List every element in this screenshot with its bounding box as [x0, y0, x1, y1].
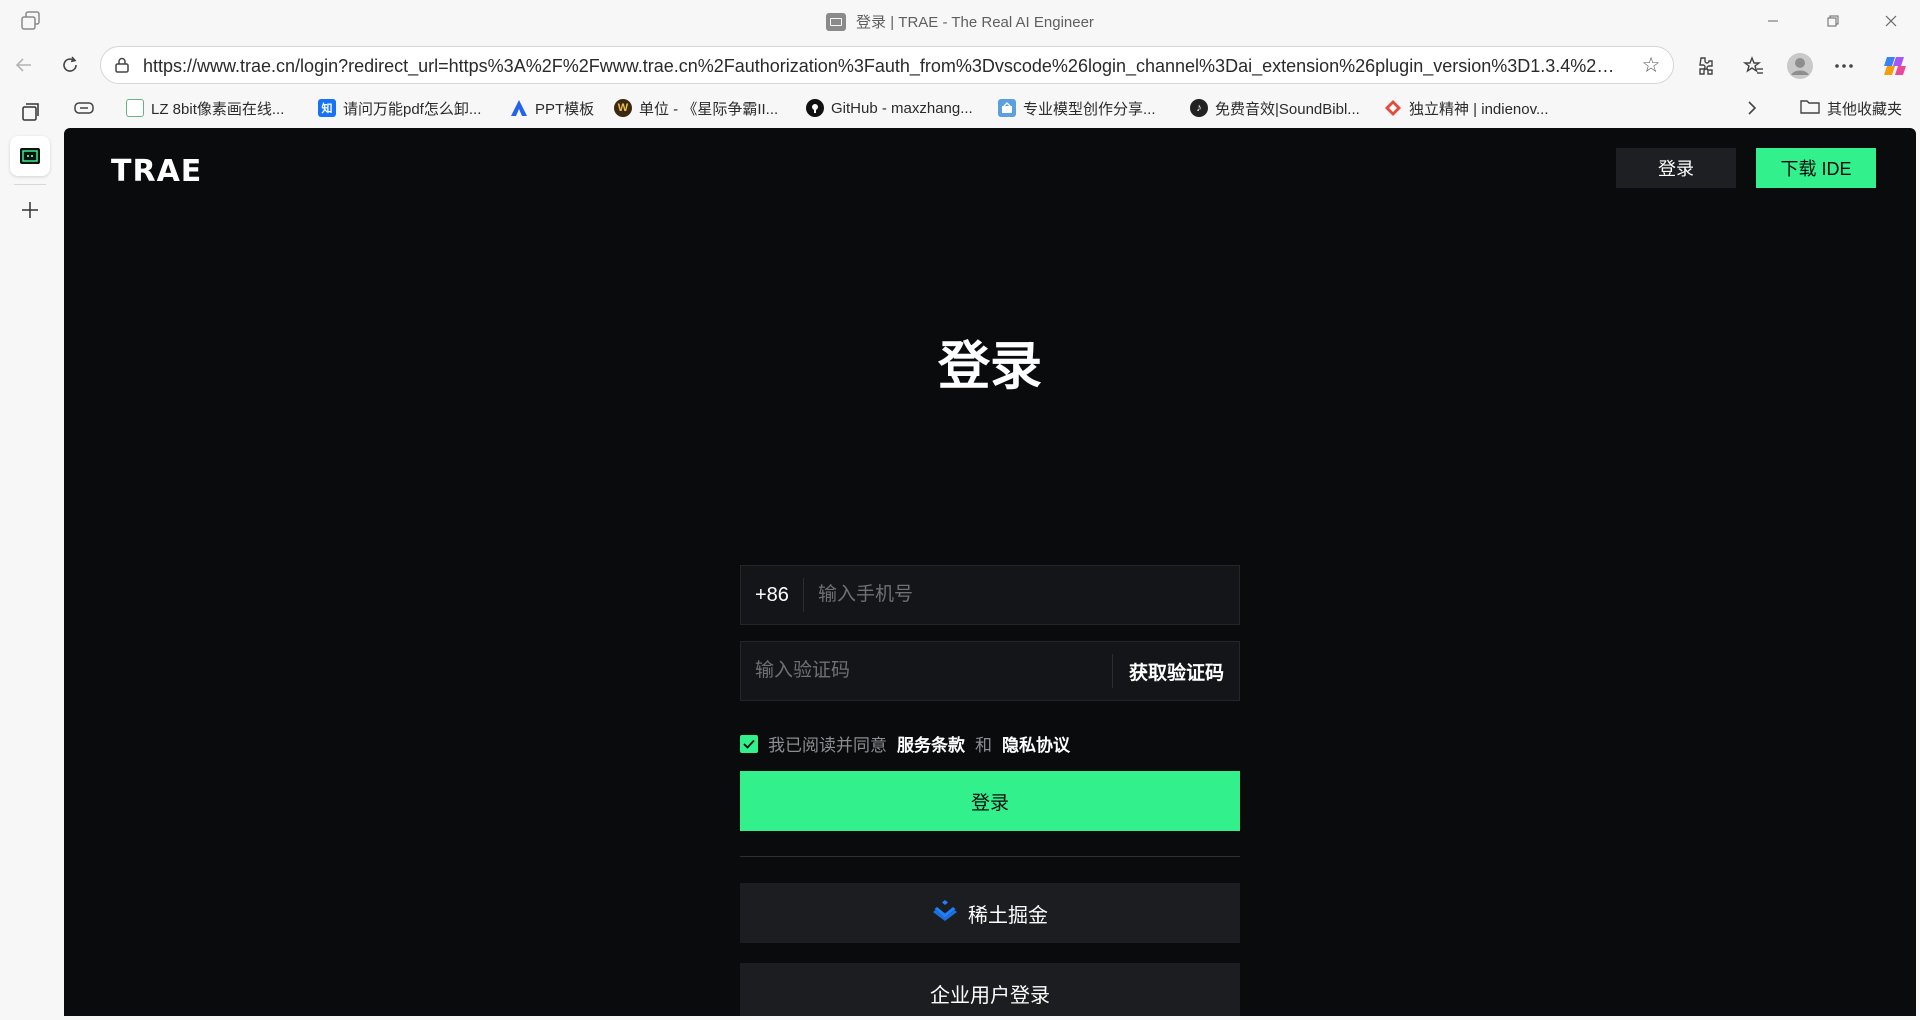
- header-login-button[interactable]: 登录: [1616, 148, 1736, 188]
- page-icon: [126, 99, 144, 117]
- window-title: 登录 | TRAE - The Real AI Engineer: [0, 11, 1920, 32]
- juejin-login-label: 稀土掘金: [968, 904, 1048, 927]
- bookmark-item[interactable]: LZ 8bit像素画在线...: [126, 96, 284, 120]
- bookmark-label: 独立精神 | indienov...: [1409, 100, 1549, 118]
- bookmarks-overflow-chevron-icon[interactable]: [1746, 96, 1758, 120]
- bookmark-label: 请问万能pdf怎么卸...: [343, 100, 482, 118]
- download-ide-button[interactable]: 下载 IDE: [1756, 148, 1876, 188]
- folder-icon: [1800, 98, 1820, 118]
- juejin-login-button[interactable]: 稀土掘金: [740, 883, 1240, 943]
- indienova-icon: [1384, 99, 1402, 117]
- phone-input[interactable]: [803, 566, 1239, 624]
- zhihu-icon: 知: [318, 99, 336, 117]
- bookmark-item[interactable]: PPT模板: [510, 96, 594, 120]
- phone-field: +86: [740, 565, 1240, 625]
- restore-icon[interactable]: [1810, 6, 1856, 36]
- warcraft-icon: W: [614, 99, 632, 117]
- bookmark-item[interactable]: 知 请问万能pdf怎么卸...: [318, 96, 481, 120]
- bookmark-label: 免费音效|SoundBibl...: [1215, 100, 1360, 118]
- bookmark-label: 专业模型创作分享...: [1023, 100, 1156, 118]
- close-icon[interactable]: [1868, 6, 1914, 36]
- site-info-icon[interactable]: [113, 56, 131, 74]
- terms-link[interactable]: 服务条款: [897, 731, 965, 756]
- title-bar: 登录 | TRAE - The Real AI Engineer: [0, 0, 1920, 42]
- form-divider: [740, 856, 1240, 857]
- minimize-icon[interactable]: [1750, 6, 1796, 36]
- login-submit-button[interactable]: 登录: [740, 771, 1240, 831]
- privacy-link[interactable]: 隐私协议: [1002, 731, 1070, 756]
- vertical-tabs-sidebar: [0, 88, 62, 1020]
- model-site-icon: [998, 99, 1016, 117]
- bookmark-item[interactable]: GitHub - maxzhang...: [806, 96, 973, 120]
- triangle-logo-icon: [510, 99, 528, 117]
- bookmark-item[interactable]: 专业模型创作分享...: [998, 96, 1156, 120]
- url-text[interactable]: https://www.trae.cn/login?redirect_url=h…: [143, 56, 1623, 77]
- refresh-icon[interactable]: [52, 48, 88, 82]
- new-tab-plus-icon[interactable]: [10, 190, 50, 230]
- soundbible-icon: ♪: [1190, 99, 1208, 117]
- trae-favicon-icon: [826, 12, 847, 31]
- agreement-row: 我已阅读并同意 服务条款 和 隐私协议: [740, 731, 1070, 756]
- enterprise-login-button[interactable]: 企业用户登录: [740, 963, 1240, 1016]
- agree-prefix-text: 我已阅读并同意: [768, 736, 887, 755]
- agree-checkbox[interactable]: [740, 734, 758, 753]
- agree-and-text: 和: [975, 736, 992, 755]
- trae-logo[interactable]: TRAE: [111, 154, 202, 189]
- navigation-bar: https://www.trae.cn/login?redirect_url=h…: [0, 42, 1920, 88]
- favorite-star-icon[interactable]: ☆: [1639, 54, 1663, 78]
- back-arrow-icon[interactable]: [6, 48, 42, 82]
- copilot-icon[interactable]: [1878, 50, 1910, 82]
- bookmarks-bar: LZ 8bit像素画在线... 知 请问万能pdf怎么卸... PPT模板 W …: [0, 88, 1920, 128]
- address-bar[interactable]: https://www.trae.cn/login?redirect_url=h…: [100, 46, 1674, 84]
- other-favorites[interactable]: 其他收藏夹: [1800, 96, 1902, 120]
- github-icon: [806, 99, 824, 117]
- juejin-logo-icon: [932, 899, 958, 927]
- window-title-text: 登录 | TRAE - The Real AI Engineer: [856, 14, 1094, 31]
- get-code-button[interactable]: 获取验证码: [1111, 654, 1239, 688]
- checkmark-icon: [743, 739, 755, 749]
- bookmark-label: GitHub - maxzhang...: [831, 99, 973, 117]
- tab-collections-icon[interactable]: [10, 92, 50, 132]
- bookmark-item[interactable]: ♪ 免费音效|SoundBibl...: [1190, 96, 1360, 120]
- favorites-icon[interactable]: [1738, 50, 1770, 82]
- page-title: 登录: [937, 338, 1042, 396]
- bookmark-label: LZ 8bit像素画在线...: [151, 100, 285, 118]
- bookmark-label: PPT模板: [535, 100, 595, 118]
- bookmark-item[interactable]: 独立精神 | indienov...: [1384, 96, 1549, 120]
- other-favorites-label: 其他收藏夹: [1827, 100, 1903, 118]
- sidebar-divider: [14, 184, 46, 185]
- extensions-icon[interactable]: [1688, 50, 1720, 82]
- more-menu-icon[interactable]: [1828, 50, 1860, 82]
- bookmark-item[interactable]: W 单位 - 《星际争霸II...: [614, 96, 778, 120]
- country-code[interactable]: +86: [741, 578, 804, 612]
- tab-trae-login[interactable]: [10, 136, 50, 176]
- tab-actions-icon[interactable]: [74, 96, 94, 120]
- verification-code-field: 获取验证码: [740, 641, 1240, 701]
- profile-avatar[interactable]: [1784, 50, 1816, 82]
- verification-code-input[interactable]: [741, 642, 1112, 700]
- web-page: TRAE 登录 下载 IDE 登录 +86 获取验证码 我已阅读并同意 服务条款…: [64, 128, 1916, 1016]
- bookmark-label: 单位 - 《星际争霸II...: [639, 100, 779, 118]
